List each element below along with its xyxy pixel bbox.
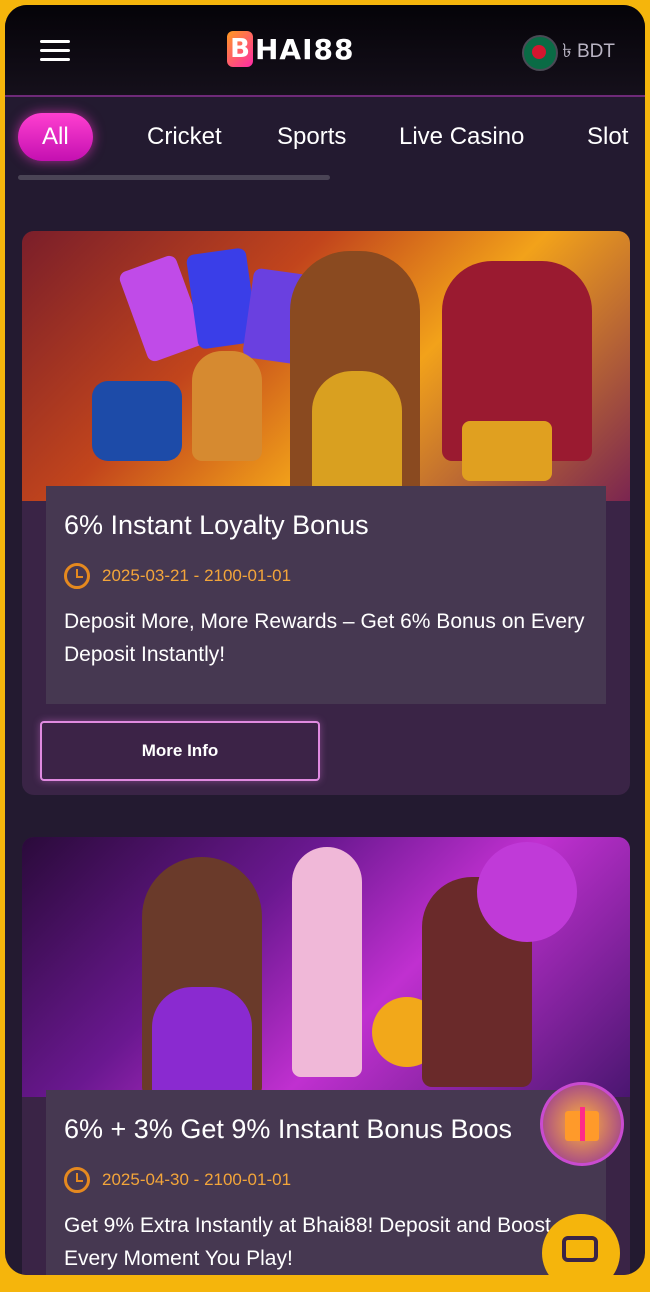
currency-selector[interactable]: ৳ BDT (522, 35, 615, 71)
currency-label: ৳ BDT (562, 41, 615, 62)
hamburger-icon[interactable] (40, 40, 70, 62)
logo-text: HAI88 (255, 32, 355, 66)
logo-mark: B (227, 31, 253, 67)
promotion-description: Deposit More, More Rewards – Get 6% Bonu… (64, 610, 585, 666)
chat-icon (562, 1236, 598, 1262)
chat-button[interactable] (542, 1214, 620, 1292)
promotion-title: 6% + 3% Get 9% Instant Bonus Boos (64, 1114, 513, 1144)
bangladesh-flag-icon (522, 35, 559, 71)
app-frame: B HAI88 ৳ BDT All Cricket Sports Live Ca… (5, 5, 645, 1275)
tab-cricket[interactable]: Cricket (147, 113, 222, 161)
tab-live-casino[interactable]: Live Casino (399, 113, 524, 161)
more-info-button[interactable]: More Info (40, 721, 320, 781)
promotion-banner-image (22, 231, 630, 501)
promotion-title: 6% Instant Loyalty Bonus (64, 510, 369, 540)
tab-slot[interactable]: Slot (587, 113, 628, 161)
date-range: 2025-03-21 - 2100-01-01 (102, 566, 292, 585)
tabs-scrollbar[interactable] (18, 175, 330, 180)
promotion-card: 6% + 3% Get 9% Instant Bonus Boos 2025-0… (22, 837, 630, 1275)
tab-sports[interactable]: Sports (277, 113, 346, 161)
promotion-banner-image (22, 837, 630, 1097)
promotion-dates: 2025-03-21 - 2100-01-01 (64, 563, 588, 589)
gift-icon[interactable] (540, 1082, 624, 1166)
promotion-dates: 2025-04-30 - 2100-01-01 (64, 1167, 588, 1193)
clock-icon (64, 1167, 90, 1193)
clock-icon (64, 563, 90, 589)
tab-all[interactable]: All (18, 113, 93, 161)
promotion-card: 6% Instant Loyalty Bonus 2025-03-21 - 21… (22, 231, 630, 795)
header: B HAI88 ৳ BDT (5, 5, 645, 97)
logo[interactable]: B HAI88 (227, 29, 355, 69)
promotion-info: 6% + 3% Get 9% Instant Bonus Boos 2025-0… (46, 1090, 606, 1275)
promotion-info: 6% Instant Loyalty Bonus 2025-03-21 - 21… (46, 486, 606, 704)
promotion-description: Get 9% Extra Instantly at Bhai88! Deposi… (64, 1214, 551, 1270)
category-tabs: All Cricket Sports Live Casino Slot (5, 107, 645, 167)
date-range: 2025-04-30 - 2100-01-01 (102, 1170, 292, 1189)
